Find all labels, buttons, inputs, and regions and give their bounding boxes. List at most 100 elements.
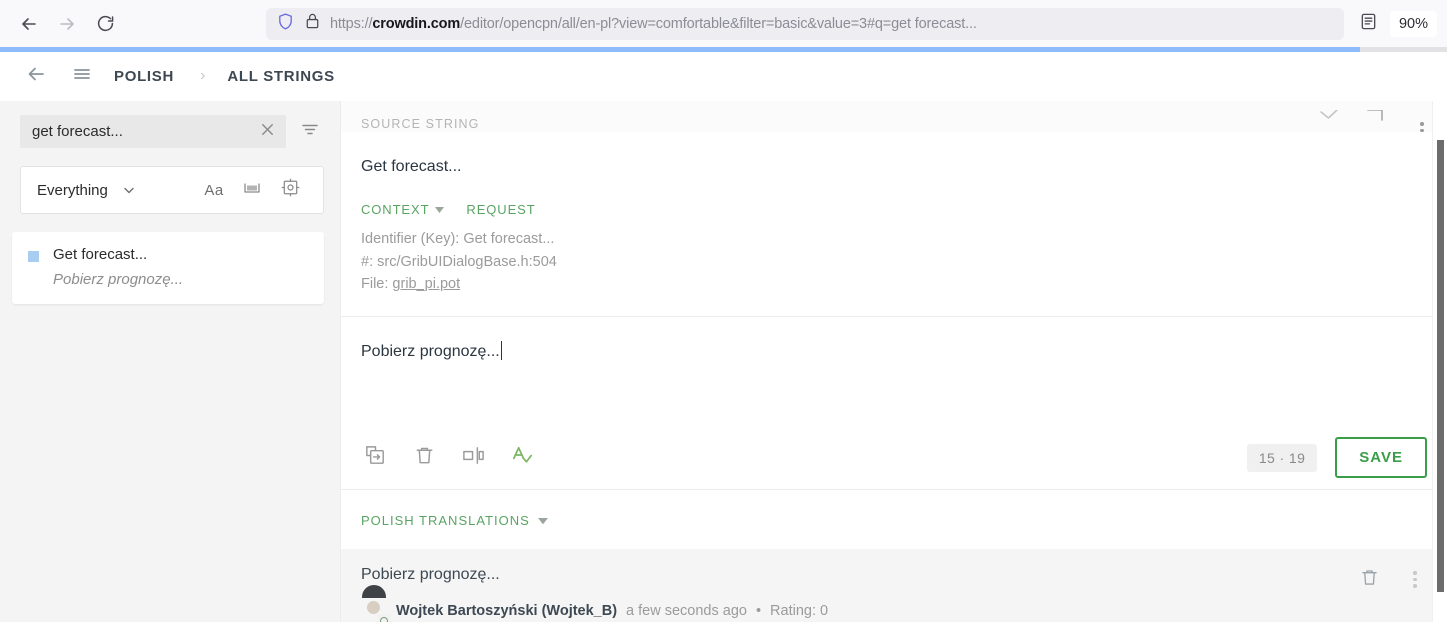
search-clear-button[interactable] [256, 121, 278, 143]
character-counter: 15 · 19 [1246, 443, 1318, 472]
placeholder-target-icon [280, 177, 301, 203]
chevron-down-icon[interactable] [122, 183, 136, 197]
match-case-button[interactable]: Aa [195, 171, 233, 209]
context-identifier-line: Identifier (Key): Get forecast... [361, 231, 555, 247]
search-scope-select[interactable]: Everything [37, 182, 108, 199]
spellcheck-button[interactable] [508, 444, 536, 472]
copy-source-button[interactable] [361, 444, 389, 472]
context-file-label: File: [361, 276, 393, 292]
avatar-provider-badge [377, 613, 391, 622]
meta-separator: • [755, 602, 762, 619]
clear-translation-button[interactable] [410, 444, 438, 472]
main-body: get forecast... Everything Aa Get foreca… [0, 101, 1447, 622]
reader-view-button[interactable] [1352, 7, 1386, 41]
save-button[interactable]: SAVE [1335, 437, 1427, 478]
context-tabs: CONTEXT REQUEST [361, 202, 1427, 217]
page-load-progress-fill [0, 47, 1361, 52]
translations-section-toggle[interactable]: POLISH TRANSLATIONS [361, 513, 548, 528]
result-source-text: Get forecast... [53, 246, 148, 263]
zoom-level-badge[interactable]: 90% [1389, 10, 1437, 37]
url-bar[interactable]: https://crowdin.com/editor/opencpn/all/e… [266, 7, 1344, 40]
spellcheck-icon [510, 443, 535, 473]
arrow-left-icon [18, 13, 40, 35]
caret-down-icon [435, 202, 445, 217]
copy-source-icon [363, 443, 388, 473]
app-back-button[interactable] [16, 56, 56, 96]
hamburger-menu-icon [71, 63, 93, 90]
context-meta: Identifier (Key): Get forecast... #: src… [361, 228, 1427, 316]
breadcrumb-item-language[interactable]: POLISH [108, 68, 180, 85]
split-string-icon [461, 443, 486, 473]
search-filter-button[interactable] [296, 118, 324, 146]
arrow-left-icon [25, 63, 47, 90]
search-row: get forecast... [0, 101, 340, 148]
editor-panel: SOURCE STRING Get forecast... CONTEXT RE… [340, 101, 1447, 622]
translation-list-item[interactable]: Pobierz prognozę... Wojtek Bartoszyński … [341, 548, 1447, 622]
translation-item-tools [1357, 566, 1427, 592]
search-input-wrapper[interactable]: get forecast... [20, 115, 286, 148]
translation-more-button[interactable] [1403, 568, 1427, 592]
dot [1413, 577, 1417, 582]
breadcrumb-item-all-strings[interactable]: ALL STRINGS [221, 68, 340, 85]
previous-string-button[interactable] [1315, 110, 1345, 132]
trash-icon [1359, 567, 1380, 593]
split-string-button[interactable] [459, 444, 487, 472]
source-string-block: Get forecast... CONTEXT REQUEST Identifi… [341, 132, 1447, 316]
caret-down-icon [537, 513, 548, 528]
padlock-icon[interactable] [304, 12, 321, 35]
whole-word-button[interactable] [233, 171, 271, 209]
browser-forward-button[interactable] [48, 5, 86, 43]
source-string-section-header: SOURCE STRING [341, 101, 1447, 132]
tab-context[interactable]: CONTEXT [361, 202, 445, 217]
url-host: crowdin.com [372, 15, 461, 32]
more-vertical-icon [1420, 122, 1424, 132]
browser-toolbar: https://crowdin.com/editor/opencpn/all/e… [0, 0, 1447, 47]
translation-input-area[interactable]: Pobierz prognozę... [341, 317, 1447, 427]
sidebar: get forecast... Everything Aa Get foreca… [0, 101, 340, 622]
browser-back-button[interactable] [10, 5, 48, 43]
breadcrumb-separator: › [200, 67, 206, 84]
context-file-line: File: grib_pi.pot [361, 273, 1427, 296]
dot [1413, 571, 1417, 575]
editor-scrollbar-track[interactable] [1432, 101, 1447, 622]
placeholder-search-button[interactable] [271, 171, 309, 209]
tab-request[interactable]: REQUEST [466, 202, 535, 217]
tab-context-label: CONTEXT [361, 202, 430, 217]
source-string-text: Get forecast... [361, 158, 462, 175]
translations-section-header: POLISH TRANSLATIONS [341, 490, 1447, 530]
source-string-tools [1315, 110, 1437, 132]
dot [1420, 122, 1424, 126]
search-input[interactable]: get forecast... [32, 123, 256, 140]
match-case-label: Aa [204, 181, 224, 199]
next-string-button[interactable] [1361, 110, 1391, 132]
search-result-item[interactable]: Get forecast... Pobierz prognozę... [12, 232, 324, 304]
more-vertical-icon [1413, 571, 1417, 588]
context-source-ref-line: #: src/GribUIDialogBase.h:504 [361, 253, 557, 270]
delete-translation-button[interactable] [1357, 568, 1381, 592]
translation-input[interactable]: Pobierz prognozę... [361, 343, 500, 361]
arrow-prev-icon [1317, 110, 1343, 132]
url-scheme: https:// [330, 15, 373, 32]
translation-toolbar-right: 15 · 19 SAVE [1246, 437, 1427, 478]
translation-author[interactable]: Wojtek Bartoszyński (Wojtek_B) [396, 603, 617, 619]
filter-icon [299, 118, 321, 145]
translation-item-text: Pobierz prognozę... [361, 565, 500, 583]
translation-timestamp: a few seconds ago [626, 602, 747, 619]
app-header: POLISH › ALL STRINGS [0, 52, 1447, 101]
page-load-progress-track [0, 47, 1447, 52]
result-translation-text: Pobierz prognozę... [53, 271, 184, 288]
reload-icon [95, 13, 116, 34]
context-file-link[interactable]: grib_pi.pot [392, 276, 460, 292]
translations-section-label: POLISH TRANSLATIONS [361, 512, 530, 528]
translation-tool-icons [361, 444, 536, 472]
close-x-icon [259, 121, 276, 143]
editor-scrollbar-thumb[interactable] [1437, 140, 1444, 592]
whole-word-icon [242, 180, 262, 201]
arrow-next-icon [1363, 110, 1389, 132]
translation-rating: Rating: 0 [770, 602, 829, 619]
browser-reload-button[interactable] [86, 5, 124, 43]
arrow-right-icon [56, 13, 78, 35]
shield-icon[interactable] [276, 12, 295, 36]
tab-request-label: REQUEST [466, 202, 536, 217]
app-menu-button[interactable] [62, 56, 102, 96]
